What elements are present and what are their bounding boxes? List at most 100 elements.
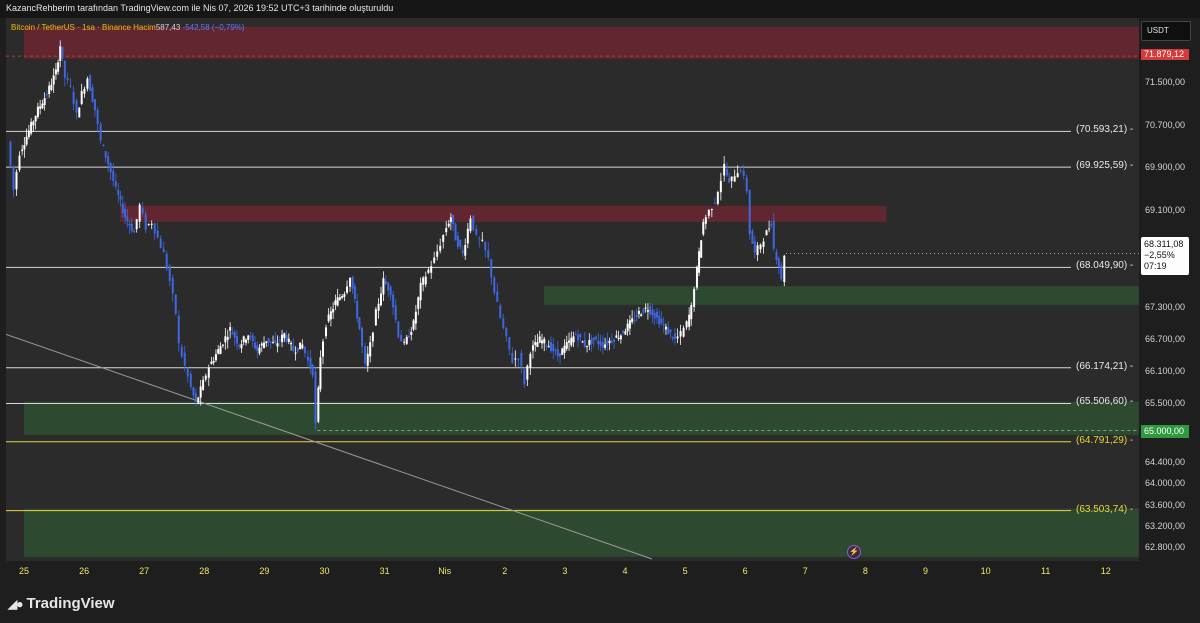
candle (646, 303, 649, 320)
currency-badge[interactable]: USDT (1141, 21, 1191, 41)
candle (389, 284, 392, 301)
date-tick-label: 4 (622, 566, 628, 576)
candle (759, 243, 762, 254)
candle (543, 336, 546, 352)
candle-body (756, 245, 759, 256)
candle-body (751, 231, 754, 244)
candle-body (570, 337, 573, 346)
candle-body (34, 116, 37, 122)
candle (364, 343, 367, 370)
candle (80, 83, 83, 106)
candle (212, 356, 215, 366)
candle-body (550, 342, 553, 352)
candle-body (456, 235, 459, 247)
symbol-name[interactable]: Bitcoin / TetherUS · 1sa · Binance (11, 23, 131, 32)
candle-body (233, 331, 236, 338)
candle (730, 176, 733, 189)
candle-body (210, 361, 213, 365)
candle (439, 238, 442, 254)
candle (547, 340, 550, 348)
candle-body (327, 314, 330, 322)
candle-body (72, 91, 75, 105)
candle (361, 326, 364, 354)
candle (18, 151, 21, 172)
current-price-value: 68.311,08 (1144, 239, 1184, 250)
candle (751, 228, 754, 244)
candle (673, 328, 676, 345)
candle-body (631, 318, 634, 323)
price-tag-65000: 65.000,00 (1141, 424, 1189, 438)
candle-body (508, 337, 511, 350)
candle-body (338, 297, 341, 300)
candle-body (676, 336, 679, 339)
candle-body (229, 327, 232, 331)
candle-body (112, 170, 115, 181)
candle-body (194, 393, 197, 403)
candle-body (669, 329, 672, 333)
candle (214, 349, 217, 363)
level-label: (64.791,29) - (1076, 434, 1134, 446)
lightning-icon[interactable]: ⚡ (847, 545, 861, 559)
candle-body (667, 327, 670, 335)
tradingview-logo[interactable]: ◢● TradingView (8, 595, 115, 612)
price-tick-label: 70.700,00 (1145, 119, 1186, 130)
candle (153, 222, 156, 240)
candle (168, 263, 171, 287)
candle-body (61, 47, 64, 59)
candle-body (481, 239, 484, 241)
candle-body (384, 281, 387, 285)
candle (9, 140, 12, 168)
candle-body (267, 337, 270, 343)
candle-body (730, 176, 733, 181)
candle-body (783, 255, 786, 283)
candle-body (490, 259, 493, 278)
candle-body (710, 209, 713, 211)
candle (290, 340, 293, 351)
candle (452, 214, 455, 232)
candle (177, 310, 180, 352)
candle-body (713, 202, 716, 204)
date-tick-label: 30 (319, 566, 330, 576)
candle-body (739, 170, 742, 172)
candle (269, 341, 272, 349)
candle-body (653, 313, 656, 319)
candle (540, 333, 543, 349)
candle-body (107, 156, 110, 165)
candle-body (121, 203, 124, 214)
candle-body (48, 85, 51, 95)
candle-body (572, 336, 575, 343)
candle-body (586, 345, 589, 347)
candle-body (18, 155, 21, 170)
level-label: (65.506,60) - (1076, 396, 1134, 408)
candle (538, 330, 541, 344)
date-tick-label: 3 (562, 566, 568, 576)
candle-body (294, 352, 297, 354)
zone-resistance-1 (120, 205, 887, 222)
brand-name: TradingView (26, 595, 115, 612)
candle (726, 162, 729, 177)
candle (36, 102, 39, 119)
candle-body (613, 339, 616, 342)
price-tick-label: 63.200,00 (1145, 520, 1186, 531)
candle-body (83, 88, 86, 94)
candle (617, 330, 620, 342)
date-tick-label: Nis (438, 566, 452, 576)
candle (433, 251, 436, 264)
candle-body (552, 344, 555, 352)
candle (321, 338, 324, 365)
candle (408, 329, 411, 339)
chart-canvas[interactable] (0, 0, 1200, 623)
candle-body (633, 319, 636, 321)
candle-body (698, 251, 701, 273)
level-label: (69.925,59) - (1076, 160, 1134, 172)
candle-body (311, 364, 314, 376)
candle (86, 76, 89, 92)
tradingview-logo-icon: ◢● (8, 597, 24, 611)
candle-body (346, 286, 349, 293)
price-tick-label: 62.800,00 (1145, 542, 1186, 553)
candle-body (466, 228, 469, 244)
candle-body (496, 291, 499, 302)
candle-body (529, 353, 532, 368)
candle (249, 331, 252, 341)
candle (756, 242, 759, 262)
